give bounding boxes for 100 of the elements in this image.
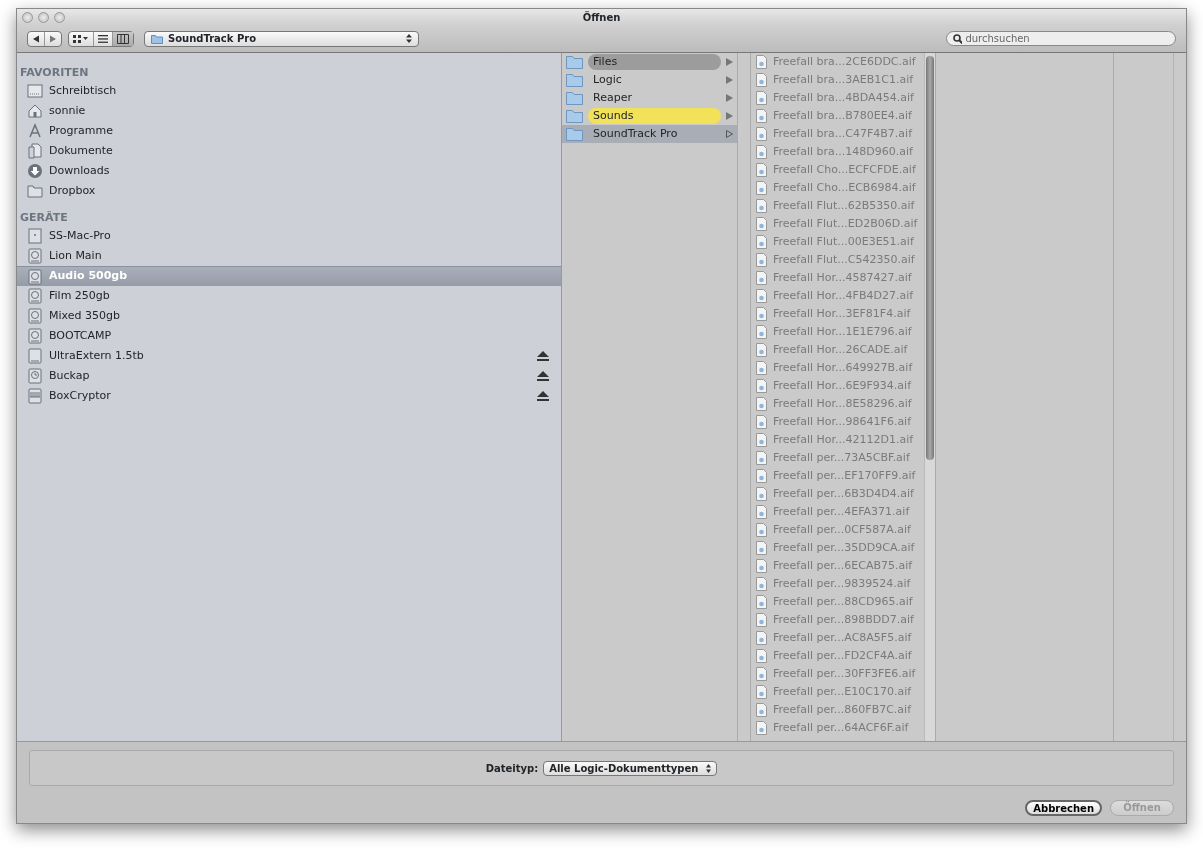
computer-icon: [27, 228, 43, 244]
sidebar-item[interactable]: BOOTCAMP: [17, 326, 561, 346]
sidebar-item[interactable]: UltraExtern 1.5tb: [17, 346, 561, 366]
sidebar-item[interactable]: Schreibtisch: [17, 81, 561, 101]
file-item: Freefall bra...2CE6DDC.aif: [751, 53, 924, 71]
file-item: Freefall bra...4BDA454.aif: [751, 89, 924, 107]
audio-file-icon: [756, 559, 767, 573]
folder-icon: [566, 127, 583, 141]
folder-icon: [151, 33, 163, 44]
section-heading: FAVORITEN: [19, 65, 90, 81]
file-item: Freefall per...9839524.aif: [751, 575, 924, 593]
audio-file-icon: [756, 325, 767, 339]
sidebar-item[interactable]: Programme: [17, 121, 561, 141]
sidebar-item[interactable]: Dokumente: [17, 141, 561, 161]
file-item: Freefall per...30FF3FE6.aif: [751, 665, 924, 683]
file-item: Freefall Cho...ECB6984.aif: [751, 179, 924, 197]
file-item: Freefall Hor...42112D1.aif: [751, 431, 924, 449]
right-arrow-icon: [49, 34, 57, 43]
folder-icon: [566, 73, 583, 87]
path-popup[interactable]: SoundTrack Pro: [144, 30, 419, 47]
sidebar-item[interactable]: SS-Mac-Pro: [17, 226, 561, 246]
audio-file-icon: [756, 271, 767, 285]
audio-file-icon: [756, 73, 767, 87]
audio-file-icon: [756, 91, 767, 105]
file-item: Freefall per...6B3D4D4.aif: [751, 485, 924, 503]
file-item: Freefall Hor...4FB4D27.aif: [751, 287, 924, 305]
audio-file-icon: [756, 217, 767, 231]
hard-drive-icon: [27, 328, 43, 344]
audio-file-icon: [756, 577, 767, 591]
file-item: Freefall Cho...ECFCFDE.aif: [751, 161, 924, 179]
folder-item[interactable]: Logic: [562, 71, 737, 89]
dialog-button[interactable]: Abbrechen: [1025, 800, 1102, 816]
folder-icon: [566, 55, 583, 69]
folder-icon: [566, 109, 583, 123]
file-item: Freefall per...FD2CF4A.aif: [751, 647, 924, 665]
audio-file-icon: [756, 487, 767, 501]
audio-file-icon: [756, 469, 767, 483]
folder-item[interactable]: Reaper: [562, 89, 737, 107]
audio-file-icon: [756, 109, 767, 123]
columns-icon: [117, 33, 129, 44]
sidebar-item[interactable]: sonnie: [17, 101, 561, 121]
audio-file-icon: [756, 199, 767, 213]
triangle-icon: [726, 112, 733, 120]
audio-file-icon: [756, 703, 767, 717]
file-item: Freefall per...EF170FF9.aif: [751, 467, 924, 485]
audio-file-icon: [756, 145, 767, 159]
sidebar-item[interactable]: Downloads: [17, 161, 561, 181]
audio-file-icon: [756, 505, 767, 519]
file-item: Freefall Flut...62B5350.aif: [751, 197, 924, 215]
window-title: Öffnen: [582, 10, 621, 25]
house-icon: [27, 103, 43, 119]
list-icon: [98, 33, 108, 44]
desktop-icon: [27, 83, 43, 99]
sidebar-item[interactable]: Buckap: [17, 366, 561, 386]
hard-drive-icon: [27, 268, 43, 285]
folder-item[interactable]: SoundTrack Pro: [562, 125, 737, 143]
scrollbar[interactable]: [924, 53, 935, 741]
file-item: Freefall per...73A5CBF.aif: [751, 449, 924, 467]
scroll-thumb[interactable]: [926, 56, 934, 460]
file-item: Freefall per...6ECAB75.aif: [751, 557, 924, 575]
audio-file-icon: [756, 541, 767, 555]
audio-file-icon: [756, 307, 767, 321]
eject-icon[interactable]: [537, 351, 549, 361]
audio-file-icon: [756, 613, 767, 627]
search-icon: [953, 33, 963, 44]
audio-file-icon: [756, 523, 767, 537]
file-item: Freefall bra...B780EE4.aif: [751, 107, 924, 125]
file-item: Freefall Hor...98641F6.aif: [751, 413, 924, 431]
sidebar-item[interactable]: Film 250gb: [17, 286, 561, 306]
column-view-button[interactable]: [113, 31, 133, 46]
triangle-icon: [726, 76, 733, 84]
outline-triangle-icon: [726, 130, 733, 138]
file-item: Freefall per...860FB7C.aif: [751, 701, 924, 719]
documents-icon: [27, 143, 43, 159]
file-item: Freefall per...4EFA371.aif: [751, 503, 924, 521]
eject-icon[interactable]: [537, 371, 549, 381]
file-item: Freefall Flut...ED2B06D.aif: [751, 215, 924, 233]
folder-icon: [27, 183, 43, 199]
folder-icon: [566, 91, 583, 105]
grid-drive-icon: [27, 388, 43, 404]
file-item: Freefall Hor...8E58296.aif: [751, 395, 924, 413]
audio-file-icon: [756, 433, 767, 447]
filetype-popup[interactable]: Alle Logic-Dokumenttypen: [543, 760, 718, 776]
file-item: Freefall bra...C47F4B7.aif: [751, 125, 924, 143]
eject-icon[interactable]: [537, 391, 549, 401]
audio-file-icon: [756, 721, 767, 735]
view-mode-control[interactable]: [68, 30, 134, 47]
sidebar-item[interactable]: Dropbox: [17, 181, 561, 201]
navigation-control[interactable]: [27, 30, 62, 47]
audio-file-icon: [756, 55, 767, 69]
audio-file-icon: [756, 397, 767, 411]
file-item: Freefall per...88CD965.aif: [751, 593, 924, 611]
audio-file-icon: [756, 667, 767, 681]
audio-file-icon: [756, 451, 767, 465]
sidebar-item[interactable]: BoxCryptor: [17, 386, 561, 406]
audio-file-icon: [756, 343, 767, 357]
file-item: Freefall Flut...00E3E51.aif: [751, 233, 924, 251]
hard-drive-icon: [27, 248, 43, 264]
sidebar-item[interactable]: Mixed 350gb: [17, 306, 561, 326]
sidebar-item[interactable]: Lion Main: [17, 246, 561, 266]
